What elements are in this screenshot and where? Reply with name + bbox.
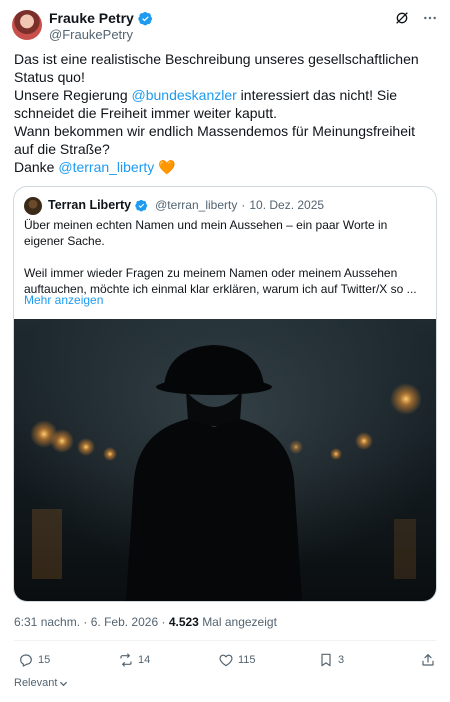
repost-button[interactable]: 14 — [118, 652, 150, 668]
top-actions — [394, 10, 438, 26]
repost-icon — [120, 653, 132, 667]
author-handle[interactable]: @FraukePetry — [49, 27, 133, 42]
tweet-line: Unsere Regierung — [14, 87, 132, 103]
share-button[interactable] — [420, 652, 436, 668]
action-bar: 15 14 115 3 — [18, 652, 436, 672]
orange-heart-emoji: 🧡 — [158, 159, 176, 175]
grok-icon[interactable] — [394, 10, 410, 26]
reply-count: 15 — [38, 654, 51, 666]
separator: · — [161, 615, 166, 629]
separator: · — [83, 615, 88, 629]
view-count: 4.523 — [168, 615, 199, 629]
reply-icon — [20, 654, 32, 667]
like-button[interactable]: 115 — [218, 652, 256, 668]
view-label: Mal angezeigt — [202, 615, 277, 629]
sort-dropdown[interactable]: Relevant — [14, 677, 68, 689]
like-count: 115 — [238, 654, 256, 666]
bookmark-count: 3 — [338, 654, 345, 666]
quoted-header: Terran Liberty @terran_liberty · 10. Dez… — [48, 198, 324, 212]
mention-link[interactable]: @bundeskanzler — [132, 87, 237, 103]
bookmark-button[interactable]: 3 — [318, 652, 344, 668]
verified-badge-icon — [138, 11, 152, 25]
bookmark-icon — [321, 653, 331, 667]
author-row: Frauke Petry — [49, 10, 153, 26]
mention-link[interactable]: @terran_liberty — [58, 159, 154, 175]
tweet-text: Das ist eine realistische Beschreibung u… — [14, 50, 438, 176]
author-name[interactable]: Frauke Petry — [49, 10, 134, 26]
quoted-paragraph: Über meinen echten Namen und mein Ausseh… — [24, 218, 388, 248]
reply-button[interactable]: 15 — [18, 652, 50, 668]
heart-icon — [219, 654, 233, 667]
tweet-line: Das ist eine realistische Beschreibung u… — [14, 51, 419, 85]
verified-badge-icon — [135, 199, 148, 211]
show-more-link[interactable]: Mehr anzeigen — [24, 293, 103, 307]
quoted-date[interactable]: 10. Dez. 2025 — [249, 198, 324, 212]
separator: · — [241, 198, 246, 212]
tweet-line: Danke — [14, 159, 59, 175]
share-icon — [422, 654, 434, 666]
tweet-meta: 6:31 nachm. · 6. Feb. 2026 · 4.523 Mal a… — [14, 615, 277, 629]
quoted-image[interactable] — [14, 319, 436, 601]
sort-label: Relevant — [14, 677, 58, 689]
avatar[interactable] — [12, 10, 42, 40]
repost-count: 14 — [138, 654, 151, 666]
tweet-line: Wann bekommen wir endlich Massendemos fü… — [14, 123, 415, 157]
quoted-tweet[interactable]: Terran Liberty @terran_liberty · 10. Dez… — [13, 186, 437, 602]
quoted-avatar[interactable] — [24, 197, 42, 215]
divider — [14, 640, 436, 641]
chevron-down-icon — [60, 681, 68, 686]
quoted-handle[interactable]: @terran_liberty — [155, 198, 237, 212]
tweet-date[interactable]: 6. Feb. 2026 — [91, 615, 158, 629]
quoted-author-name[interactable]: Terran Liberty — [48, 198, 131, 212]
more-options-icon[interactable] — [422, 10, 438, 26]
tweet-time[interactable]: 6:31 nachm. — [14, 615, 80, 629]
